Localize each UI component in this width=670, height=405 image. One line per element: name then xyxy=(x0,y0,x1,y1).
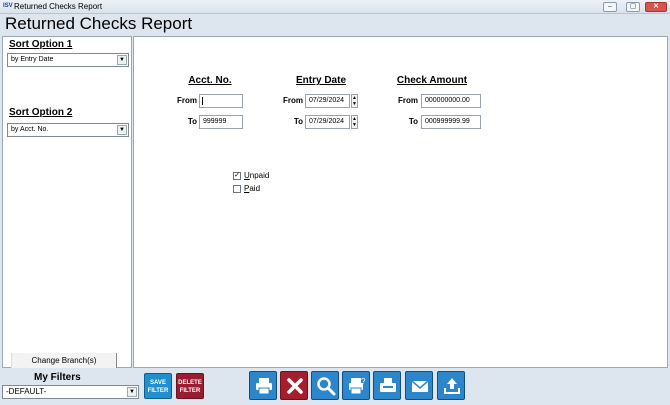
search-icon xyxy=(317,377,336,396)
fax-button[interactable] xyxy=(373,371,401,400)
print-icon xyxy=(256,378,272,395)
check-amount-header: Check Amount xyxy=(396,75,468,86)
delete-filter-button[interactable]: DELETE FILTER xyxy=(176,373,204,399)
chevron-down-icon[interactable]: ▼ xyxy=(127,387,137,397)
sort-option-2-value: by Acct. No. xyxy=(11,126,49,133)
sort-option-1-select[interactable]: by Entry Date ▼ xyxy=(7,53,129,67)
my-filters-value: -DEFAULT- xyxy=(6,387,47,396)
acct-no-header: Acct. No. xyxy=(188,75,232,86)
criteria-panel: Acct. No. Entry Date Check Amount From T… xyxy=(133,36,668,368)
acct-to-input[interactable]: 999999 xyxy=(199,115,243,129)
print-button[interactable] xyxy=(249,371,277,400)
svg-text:?: ? xyxy=(361,377,366,386)
date-to-input[interactable]: 07/29/2024 xyxy=(305,115,350,129)
cancel-icon xyxy=(287,378,303,394)
fax-icon xyxy=(380,378,396,392)
paid-checkbox[interactable] xyxy=(233,184,241,193)
cancel-button[interactable] xyxy=(280,371,308,400)
window-title: Returned Checks Report xyxy=(14,2,103,11)
chevron-down-icon[interactable]: ▼ xyxy=(117,125,127,135)
amount-to-input[interactable]: 000999999.99 xyxy=(421,115,481,129)
save-filter-button[interactable]: SAVE FILTER xyxy=(144,373,172,399)
date-to-spinner[interactable]: ▲ ▼ xyxy=(351,115,358,129)
print-preview-button[interactable]: ? xyxy=(342,371,370,400)
sort-option-2-select[interactable]: by Acct. No. ▼ xyxy=(7,123,129,137)
date-from-input[interactable]: 07/29/2024 xyxy=(305,94,350,108)
acct-from-label: From xyxy=(177,96,197,105)
email-icon xyxy=(411,380,429,392)
export-icon xyxy=(444,378,460,394)
sort-panel: Sort Option 1 by Entry Date ▼ Sort Optio… xyxy=(2,36,132,368)
sort-option-1-label: Sort Option 1 xyxy=(9,39,73,50)
my-filters-select[interactable]: -DEFAULT- ▼ xyxy=(2,385,139,399)
date-from-spinner[interactable]: ▲ ▼ xyxy=(351,94,358,108)
chevron-down-icon[interactable]: ▼ xyxy=(117,55,127,65)
email-button[interactable] xyxy=(405,371,433,400)
title-bar: ISV Returned Checks Report – ▢ ✕ xyxy=(0,0,670,14)
text-caret xyxy=(202,97,203,105)
acct-to-label: To xyxy=(187,117,197,126)
amount-from-label: From xyxy=(398,96,418,105)
restore-button[interactable]: ▢ xyxy=(626,2,640,12)
export-button[interactable] xyxy=(437,371,465,400)
sort-option-2-label: Sort Option 2 xyxy=(9,107,73,118)
unpaid-checkbox-row[interactable]: ✓ Unpaid xyxy=(233,171,269,181)
app-icon: ISV xyxy=(3,3,13,9)
amount-to-label: To xyxy=(408,117,418,126)
bottom-toolbar: My Filters -DEFAULT- ▼ SAVE FILTER DELETE… xyxy=(0,368,670,405)
amount-from-input[interactable]: 000000000.00 xyxy=(421,94,481,108)
minimize-button[interactable]: – xyxy=(603,2,617,12)
entry-date-header: Entry Date xyxy=(295,75,346,86)
sort-option-1-value: by Entry Date xyxy=(11,56,54,63)
page-title: Returned Checks Report xyxy=(5,14,193,33)
unpaid-checkbox[interactable]: ✓ xyxy=(233,171,241,180)
print-preview-icon: ? xyxy=(349,377,366,395)
close-button[interactable]: ✕ xyxy=(645,2,667,12)
my-filters-label: My Filters xyxy=(34,372,81,383)
search-button[interactable] xyxy=(311,371,339,400)
paid-checkbox-row[interactable]: Paid xyxy=(233,184,260,194)
change-branch-button[interactable]: Change Branch(s) xyxy=(11,353,117,368)
acct-from-input[interactable] xyxy=(199,94,243,108)
date-from-label: From xyxy=(283,96,303,105)
date-to-label: To xyxy=(293,117,303,126)
